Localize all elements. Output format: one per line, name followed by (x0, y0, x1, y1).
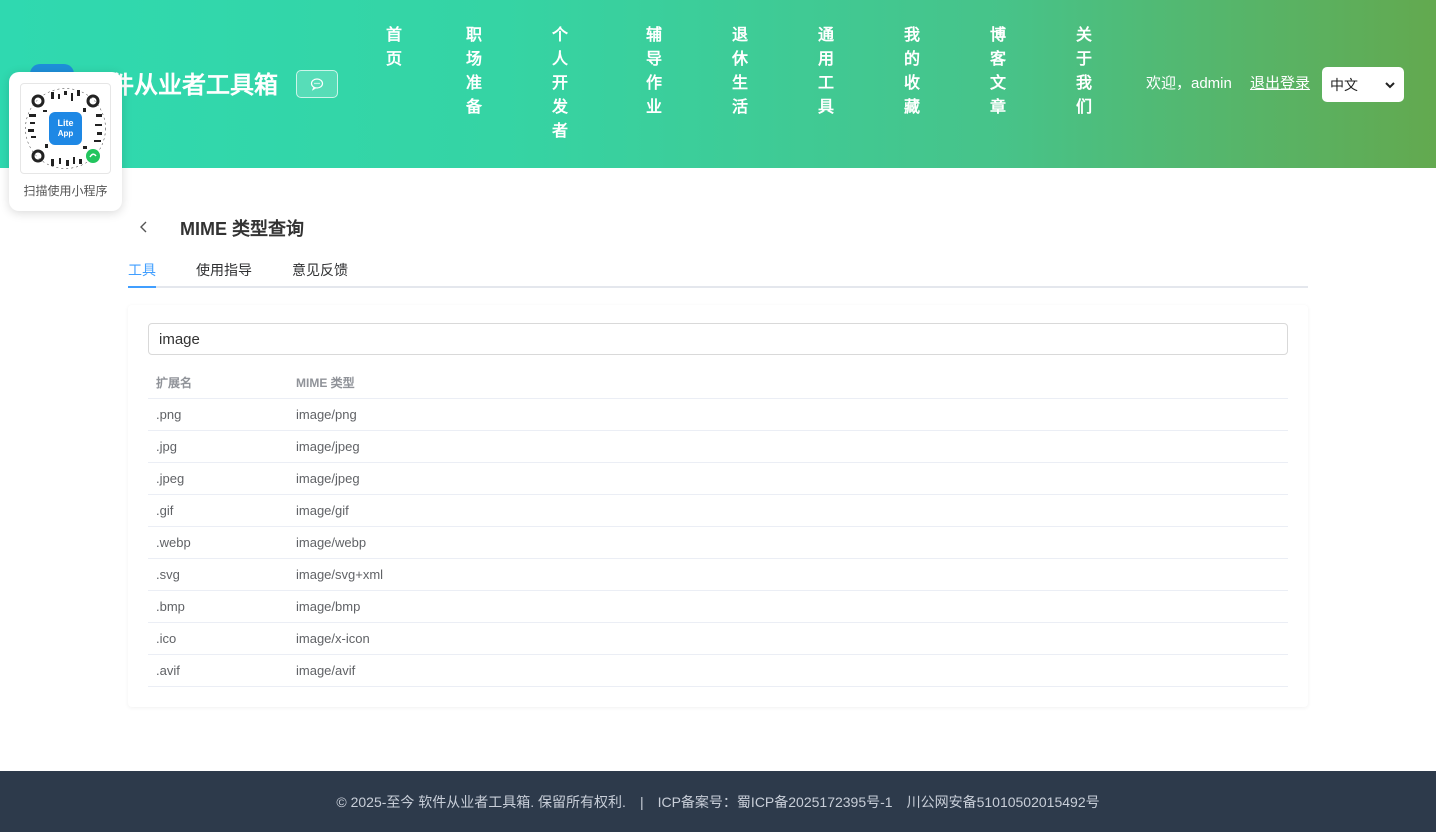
mime-type-cell: image/gif (296, 503, 349, 518)
extension-cell: .webp (156, 535, 191, 550)
extension-cell: .svg (156, 567, 180, 582)
site-header: 件从业者工具箱 首页 职场准备 个人开发者 辅导作业 退休生活 通用工具 我的收… (0, 0, 1436, 168)
table-row: .avif image/avif (148, 655, 1288, 687)
tab-feedback[interactable]: 意见反馈 (292, 260, 348, 280)
chevron-down-icon (1385, 81, 1395, 88)
nav-indie-developer[interactable]: 个人开发者 (550, 24, 570, 144)
table-row: .gif image/gif (148, 495, 1288, 527)
logout-link[interactable]: 退出登录 (1250, 74, 1310, 94)
chat-bubble-icon (310, 78, 324, 91)
tab-tool[interactable]: 工具 (128, 260, 156, 280)
extension-cell: .avif (156, 663, 180, 678)
table-row: .jpg image/jpeg (148, 431, 1288, 463)
nav-favorites[interactable]: 我的收藏 (902, 24, 922, 120)
police-record-link[interactable]: 川公网安备51010502015492号 (907, 792, 1100, 812)
nav-about[interactable]: 关于我们 (1074, 24, 1094, 120)
table-header: 扩展名 MIME 类型 (148, 367, 1288, 399)
mime-type-cell: image/jpeg (296, 471, 360, 486)
mime-type-cell: image/svg+xml (296, 567, 384, 582)
table-row: .png image/png (148, 399, 1288, 431)
nav-homework-help[interactable]: 辅导作业 (644, 24, 664, 120)
svg-text:App: App (58, 129, 74, 138)
footer-separator: | (639, 793, 644, 810)
nav-blog[interactable]: 博客文章 (988, 24, 1008, 120)
nav-career-prep[interactable]: 职场准备 (464, 24, 484, 120)
column-header-extension: 扩展名 (156, 376, 193, 390)
extension-cell: .jpg (156, 439, 177, 454)
language-select[interactable]: 中文 (1322, 67, 1404, 102)
mime-type-cell: image/png (296, 407, 357, 422)
table-row: .webp image/webp (148, 527, 1288, 559)
nav-general-tools[interactable]: 通用工具 (816, 24, 836, 120)
extension-cell: .png (156, 407, 182, 422)
welcome-text: 欢迎，admin (1146, 75, 1232, 92)
extension-cell: .gif (156, 503, 174, 518)
svg-text:Lite: Lite (57, 118, 73, 128)
mime-type-cell: image/avif (296, 663, 356, 678)
qr-code: Lite App (20, 83, 111, 174)
mime-type-cell: image/jpeg (296, 439, 360, 454)
extension-cell: .bmp (156, 599, 185, 614)
extension-cell: .ico (156, 631, 177, 646)
mime-table: 扩展名 MIME 类型 .png image/png .jpg image/jp… (148, 367, 1288, 687)
table-row: .jpeg image/jpeg (148, 463, 1288, 495)
table-row: .bmp image/bmp (148, 591, 1288, 623)
chat-button[interactable] (296, 70, 338, 98)
table-row: .ico image/x-icon (148, 623, 1288, 655)
extension-cell: .jpeg (156, 471, 185, 486)
copyright-text: © 2025-至今 软件从业者工具箱. 保留所有权利. (336, 793, 626, 810)
icp-link[interactable]: ICP备案号：蜀ICP备2025172395号-1 (658, 792, 893, 812)
mime-type-cell: image/x-icon (296, 631, 370, 646)
qr-code-icon: Lite App (25, 88, 106, 169)
active-tab-indicator (128, 286, 156, 288)
site-title[interactable]: 件从业者工具箱 (110, 70, 278, 102)
nav-home[interactable]: 首页 (384, 24, 404, 72)
site-footer: © 2025-至今 软件从业者工具箱. 保留所有权利. | ICP备案号：蜀IC… (0, 771, 1436, 832)
tab-usage-guide[interactable]: 使用指导 (196, 260, 252, 280)
nav-retirement[interactable]: 退休生活 (730, 24, 750, 120)
qr-caption: 扫描使用小程序 (23, 184, 108, 198)
table-row: .svg image/svg+xml (148, 559, 1288, 591)
back-arrow-icon[interactable] (136, 219, 152, 235)
mime-type-cell: image/webp (296, 535, 367, 550)
mime-type-cell: image/bmp (296, 599, 361, 614)
column-header-mime-type: MIME 类型 (296, 376, 355, 390)
tab-bar: 工具 使用指导 意见反馈 (128, 256, 1308, 288)
page-title: MIME 类型查询 (180, 219, 304, 239)
search-input[interactable] (148, 323, 1288, 355)
language-value: 中文 (1330, 76, 1358, 93)
miniprogram-qr-card: Lite App 扫描使用小程序 (9, 72, 122, 211)
